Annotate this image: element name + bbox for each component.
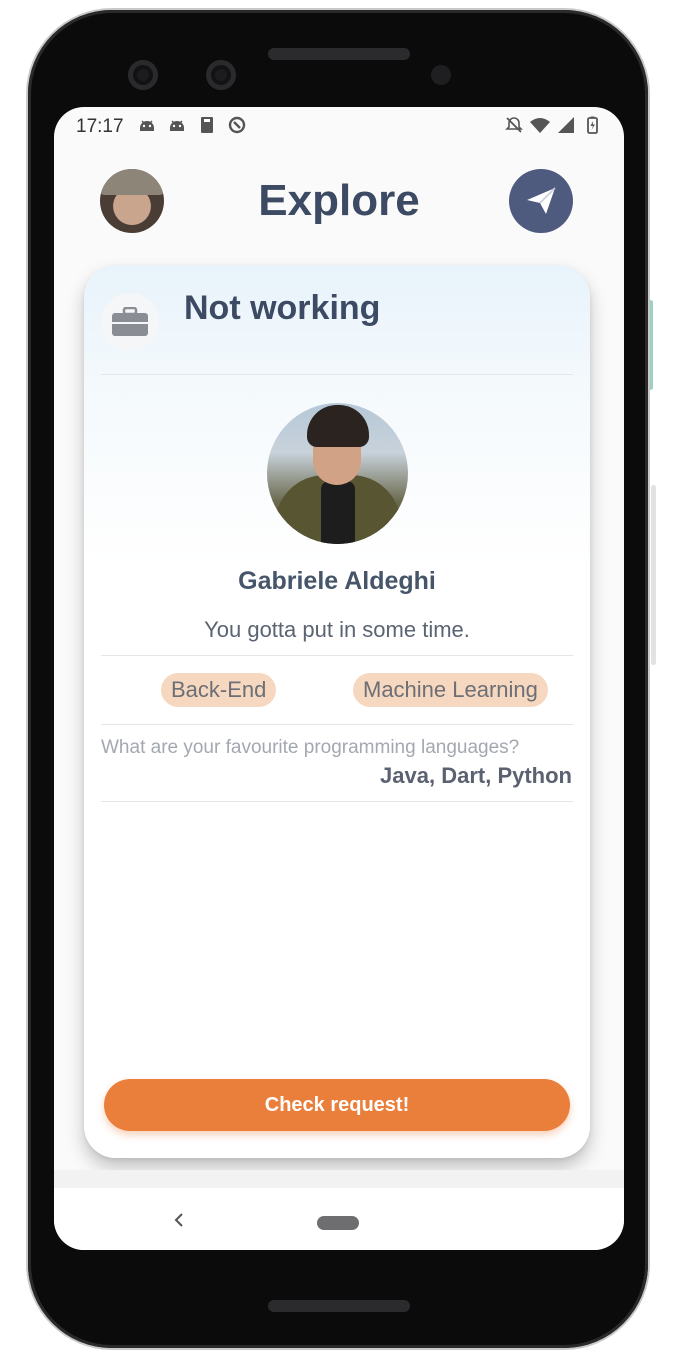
top-speaker <box>268 48 410 60</box>
front-camera <box>128 60 158 90</box>
front-camera-2 <box>206 60 236 90</box>
profile-card: Not working Gabriele Aldeghi You gotta p… <box>84 265 590 1158</box>
sync-icon <box>228 116 246 134</box>
briefcase-icon-container <box>101 293 159 351</box>
tag-chip[interactable]: Machine Learning <box>353 673 548 707</box>
signal-icon <box>558 117 574 133</box>
navigation-bar <box>54 1188 624 1250</box>
home-pill-icon[interactable] <box>317 1216 359 1230</box>
power-button <box>648 300 653 390</box>
check-request-button[interactable]: Check request! <box>104 1079 570 1131</box>
divider <box>101 374 573 375</box>
divider <box>101 655 573 656</box>
android-icon <box>170 120 184 131</box>
volume-button <box>651 485 656 665</box>
status-time: 17:17 <box>76 116 124 137</box>
photo-hair <box>307 405 369 447</box>
divider <box>101 724 573 725</box>
profile-photo <box>267 403 408 544</box>
battery-icon <box>587 116 598 134</box>
book-icon <box>201 117 213 133</box>
proximity-sensor <box>431 65 451 85</box>
screen: 17:17 Explore Not working Gabriele Aldeg… <box>54 107 624 1250</box>
wifi-icon <box>530 118 550 133</box>
profile-bio: You gotta put in some time. <box>204 617 470 642</box>
header: Explore <box>54 162 624 242</box>
answer-text: Java, Dart, Python <box>380 763 572 788</box>
question-text: What are your favourite programming lang… <box>101 737 520 758</box>
chevron-left-icon[interactable] <box>170 1210 190 1230</box>
status-notification-icons <box>137 115 247 135</box>
android-icon <box>140 120 154 131</box>
status-bar: 17:17 <box>54 107 624 145</box>
bottom-speaker <box>268 1300 410 1312</box>
work-status-label: Not working <box>184 289 381 327</box>
content-bottom <box>54 1170 624 1188</box>
divider <box>101 801 573 802</box>
notifications-off-icon <box>505 117 523 133</box>
photo-shirt <box>321 481 355 544</box>
status-system-icons <box>504 115 602 135</box>
send-button[interactable] <box>509 169 573 233</box>
briefcase-icon <box>112 307 148 336</box>
tag-chip[interactable]: Back-End <box>161 673 277 707</box>
send-icon <box>527 187 556 214</box>
profile-name: Gabriele Aldeghi <box>238 567 436 595</box>
